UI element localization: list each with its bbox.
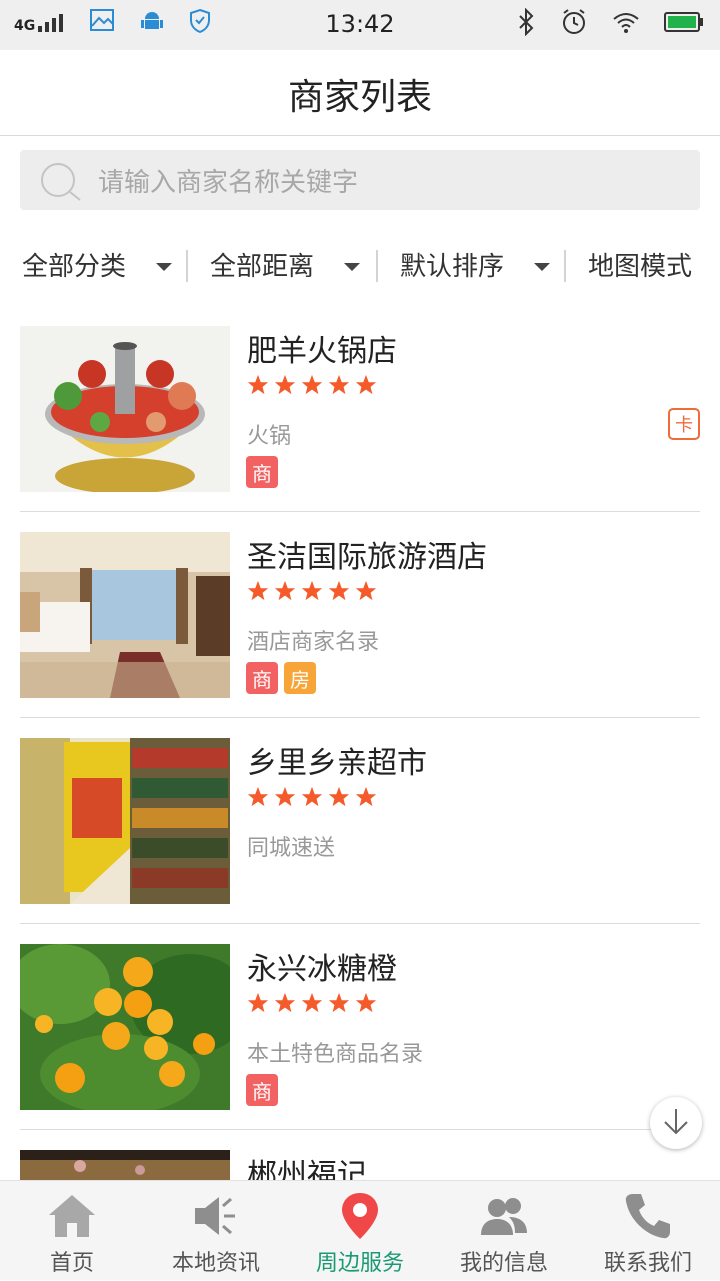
divider <box>186 250 188 282</box>
merchant-category: 火锅 <box>247 424 292 449</box>
merchant-list: 肥羊火锅店 火锅 商 卡 圣洁国际旅游酒店 酒店商家名录 商 房 乡里乡亲超市 … <box>0 306 720 1180</box>
star-icon <box>274 992 296 1013</box>
app-header: 商家列表 <box>0 50 720 136</box>
tab-contact-us[interactable]: 联系我们 <box>576 1181 720 1281</box>
merchant-badges: 商 <box>246 1074 278 1106</box>
merchant-badges: 商 房 <box>246 662 316 694</box>
tab-label: 我的信息 <box>459 1251 548 1276</box>
filter-distance-label: 全部距离 <box>210 252 315 282</box>
status-bar: 4G 13:42 <box>0 0 720 50</box>
merchant-name: 永兴冰糖橙 <box>247 952 397 987</box>
tab-label: 本地资讯 <box>171 1251 260 1276</box>
merchant-name: 郴州福记 <box>247 1158 367 1180</box>
tab-nearby-services[interactable]: 周边服务 <box>288 1181 432 1281</box>
chevron-down-icon <box>344 263 360 271</box>
star-icon <box>355 580 377 601</box>
star-icon <box>328 786 350 807</box>
tab-label: 联系我们 <box>603 1251 692 1276</box>
divider <box>376 250 378 282</box>
filter-sort[interactable]: 默认排序 <box>400 246 550 283</box>
merchant-badges: 商 <box>246 456 278 488</box>
room-badge: 房 <box>284 662 316 694</box>
filter-sort-label: 默认排序 <box>400 252 505 282</box>
home-icon <box>47 1191 97 1241</box>
chevron-down-icon <box>156 263 172 271</box>
wifi-icon <box>612 10 640 38</box>
star-icon <box>355 786 377 807</box>
merchant-badge: 商 <box>246 1074 278 1106</box>
merchant-category: 酒店商家名录 <box>247 630 380 655</box>
arrow-down-icon <box>661 1106 691 1140</box>
star-icon <box>274 580 296 601</box>
tab-local-news[interactable]: 本地资讯 <box>144 1181 288 1281</box>
star-icon <box>355 374 377 395</box>
merchant-thumbnail <box>20 1150 230 1180</box>
filter-category[interactable]: 全部分类 <box>22 246 172 283</box>
star-icon <box>301 992 323 1013</box>
star-icon <box>247 580 269 601</box>
membership-card-icon[interactable]: 卡 <box>668 408 700 440</box>
divider <box>564 250 566 282</box>
merchant-item[interactable]: 郴州福记 <box>20 1130 700 1180</box>
filter-distance[interactable]: 全部距离 <box>210 246 360 283</box>
merchant-item[interactable]: 圣洁国际旅游酒店 酒店商家名录 商 房 <box>20 512 700 718</box>
star-icon <box>247 786 269 807</box>
merchant-badge: 商 <box>246 456 278 488</box>
merchant-item[interactable]: 永兴冰糖橙 本土特色商品名录 商 <box>20 924 700 1130</box>
star-icon <box>328 580 350 601</box>
map-mode-button[interactable]: 地图模式 <box>588 246 692 283</box>
merchant-thumbnail <box>20 326 230 492</box>
star-icon <box>355 992 377 1013</box>
star-icon <box>247 992 269 1013</box>
phone-icon <box>623 1191 673 1241</box>
bottom-tab-bar: 首页 本地资讯 周边服务 我的信息 联系我们 <box>0 1180 720 1280</box>
star-icon <box>301 580 323 601</box>
search-input[interactable]: 请输入商家名称关键字 <box>20 150 700 210</box>
users-icon <box>479 1191 529 1241</box>
tab-my-info[interactable]: 我的信息 <box>432 1181 576 1281</box>
star-icon <box>301 786 323 807</box>
filter-category-label: 全部分类 <box>22 252 127 282</box>
merchant-name: 乡里乡亲超市 <box>247 746 427 781</box>
star-icon <box>328 374 350 395</box>
merchant-thumbnail <box>20 738 230 904</box>
merchant-name: 圣洁国际旅游酒店 <box>247 540 487 575</box>
alarm-icon <box>560 8 588 40</box>
rating-stars <box>247 374 377 396</box>
tab-home[interactable]: 首页 <box>0 1181 144 1281</box>
star-icon <box>247 374 269 395</box>
star-icon <box>274 374 296 395</box>
chevron-down-icon <box>534 263 550 271</box>
star-icon <box>274 786 296 807</box>
scroll-down-button[interactable] <box>650 1097 702 1149</box>
rating-stars <box>247 786 377 808</box>
search-icon <box>38 160 86 208</box>
merchant-thumbnail <box>20 532 230 698</box>
merchant-category: 本土特色商品名录 <box>247 1042 424 1067</box>
rating-stars <box>247 580 377 602</box>
merchant-thumbnail <box>20 944 230 1110</box>
star-icon <box>328 992 350 1013</box>
star-icon <box>301 374 323 395</box>
merchant-name: 肥羊火锅店 <box>247 334 397 369</box>
merchant-item[interactable]: 肥羊火锅店 火锅 商 卡 <box>20 306 700 512</box>
tab-label: 首页 <box>49 1251 94 1276</box>
rating-stars <box>247 992 377 1014</box>
merchant-item[interactable]: 乡里乡亲超市 同城速送 <box>20 718 700 924</box>
map-mode-label: 地图模式 <box>588 252 693 282</box>
tab-label: 周边服务 <box>315 1251 404 1276</box>
location-pin-icon <box>335 1191 385 1241</box>
merchant-badge: 商 <box>246 662 278 694</box>
megaphone-icon <box>191 1191 241 1241</box>
page-title: 商家列表 <box>287 77 432 118</box>
battery-icon <box>664 11 704 37</box>
bluetooth-icon <box>516 7 536 40</box>
filter-bar: 全部分类 全部距离 默认排序 地图模式 <box>0 236 720 294</box>
search-placeholder: 请输入商家名称关键字 <box>98 168 359 198</box>
merchant-category: 同城速送 <box>247 836 336 861</box>
